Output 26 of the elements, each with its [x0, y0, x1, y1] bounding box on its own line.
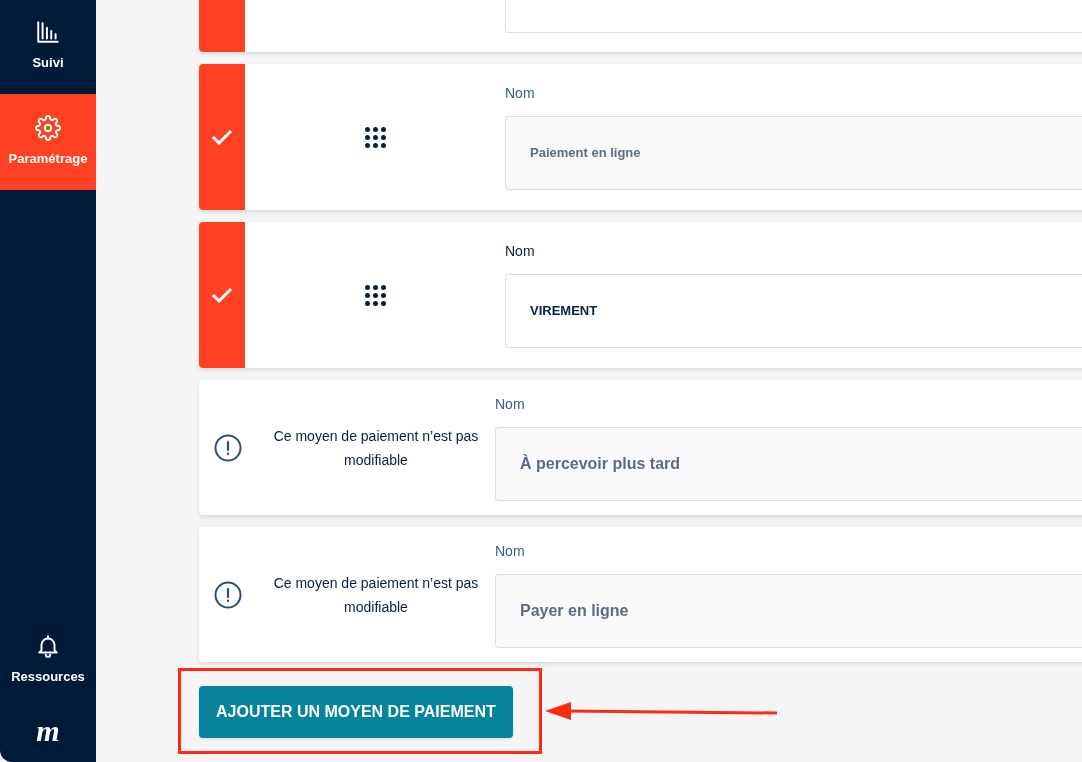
checkbox[interactable]: [199, 222, 245, 368]
info-message: Ce moyen de paiement n’est pas modifiable: [273, 573, 479, 617]
drag-handle-icon[interactable]: [364, 284, 386, 306]
field-label: Nom: [505, 84, 536, 103]
logo[interactable]: m: [36, 716, 60, 746]
settings-icon: [35, 115, 61, 142]
check-icon: [211, 287, 233, 303]
field-label: Nom: [505, 242, 536, 261]
field-label: Nom: [495, 542, 526, 561]
input-field[interactable]: Payer en ligne: [495, 574, 1082, 648]
info-icon: [214, 580, 242, 609]
input-field[interactable]: [505, 0, 1082, 33]
info-icon: [214, 433, 242, 462]
add-payment-method-button[interactable]: AJOUTER UN MOYEN DE PAIEMENT: [199, 686, 513, 738]
drag-handle-icon[interactable]: [364, 126, 386, 148]
info-message: Ce moyen de paiement n’est pas modifiable: [273, 426, 479, 470]
nav-item[interactable]: Paramétrage: [0, 94, 96, 190]
bell-icon: [35, 633, 61, 660]
bar-chart-icon: [35, 19, 61, 46]
field-label: Nom: [495, 395, 526, 414]
check-icon: [211, 129, 233, 145]
nav-item[interactable]: Suivi: [0, 0, 96, 94]
nav-item[interactable]: Ressources: [0, 612, 96, 708]
input-field[interactable]: À percevoir plus tard: [495, 427, 1082, 501]
checkbox[interactable]: [199, 0, 245, 52]
input-field[interactable]: VIREMENT: [505, 274, 1082, 348]
